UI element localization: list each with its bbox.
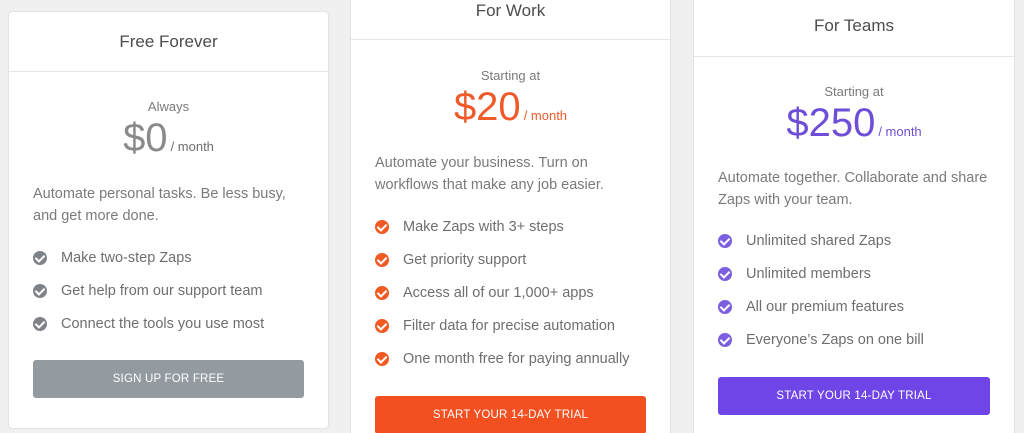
check-circle-icon xyxy=(375,252,389,267)
feature-item: Get priority support xyxy=(375,243,646,276)
check-circle-icon xyxy=(375,285,389,300)
plan-title: For Work xyxy=(351,0,670,40)
feature-item: Access all of our 1,000+ apps xyxy=(375,276,646,309)
feature-label: Connect the tools you use most xyxy=(61,315,265,332)
feature-label: Get help from our support team xyxy=(61,282,263,299)
plan-description: Automate personal tasks. Be less busy, a… xyxy=(33,186,286,224)
feature-item: Filter data for precise automation xyxy=(375,309,646,342)
feature-label: Make two-step Zaps xyxy=(61,249,192,266)
check-circle-icon xyxy=(33,250,47,265)
check-circle-icon xyxy=(375,351,389,366)
feature-list: Unlimited shared Zaps Unlimited members … xyxy=(694,224,1014,356)
feature-item: Everyone’s Zaps on one bill xyxy=(718,323,990,356)
check-circle-icon xyxy=(375,219,389,234)
plan-card-free: Free Forever Always $0/ month Automate p… xyxy=(8,11,329,429)
pricing-section: Free Forever Always $0/ month Automate p… xyxy=(0,0,1024,433)
price-lead: Starting at xyxy=(824,84,884,99)
check-circle-icon xyxy=(375,318,389,333)
check-circle-icon xyxy=(718,266,732,281)
feature-item: Unlimited shared Zaps xyxy=(718,224,990,257)
check-circle-icon xyxy=(33,283,47,298)
feature-item: Connect the tools you use most xyxy=(33,307,304,340)
check-circle-icon xyxy=(718,332,732,347)
plan-card-teams: For Teams Starting at $250/ month Automa… xyxy=(693,0,1015,433)
plan-card-work: For Work Starting at $20/ month Automate… xyxy=(350,0,671,433)
price-row: $250/ month xyxy=(694,101,1014,151)
plan-title: For Teams xyxy=(694,0,1014,57)
start-trial-button-teams[interactable]: START YOUR 14-DAY TRIAL xyxy=(718,377,990,415)
feature-label: Get priority support xyxy=(403,251,527,268)
feature-item: Unlimited members xyxy=(718,257,990,290)
price-unit: / month xyxy=(523,108,568,123)
feature-item: One month free for paying annually xyxy=(375,342,646,375)
plan-description: Automate together. Collaborate and share… xyxy=(718,170,988,208)
feature-item: Make Zaps with 3+ steps xyxy=(375,210,646,243)
feature-label: Unlimited members xyxy=(746,265,871,282)
price-amount: $250 xyxy=(786,101,876,145)
feature-label: Unlimited shared Zaps xyxy=(746,232,892,249)
price-row: $0/ month xyxy=(9,116,328,166)
check-circle-icon xyxy=(718,233,732,248)
price-lead: Starting at xyxy=(480,68,541,83)
feature-list: Make two-step Zaps Get help from our sup… xyxy=(9,241,328,340)
feature-label: One month free for paying annually xyxy=(403,350,630,367)
plan-title: Free Forever xyxy=(9,12,328,72)
check-circle-icon xyxy=(33,316,47,331)
price-amount: $20 xyxy=(453,85,521,129)
feature-label: All our premium features xyxy=(746,298,904,315)
feature-item: Get help from our support team xyxy=(33,274,304,307)
check-circle-icon xyxy=(718,299,732,314)
feature-list: Make Zaps with 3+ steps Get priority sup… xyxy=(351,210,670,375)
plan-description: Automate your business. Turn on workflow… xyxy=(375,155,604,193)
feature-label: Filter data for precise automation xyxy=(403,317,615,334)
feature-label: Make Zaps with 3+ steps xyxy=(403,218,564,235)
sign-up-free-button[interactable]: SIGN UP FOR FREE xyxy=(33,360,304,398)
price-amount: $0 xyxy=(123,116,168,160)
feature-label: Access all of our 1,000+ apps xyxy=(403,284,594,301)
price-unit: / month xyxy=(878,124,922,139)
feature-item: Make two-step Zaps xyxy=(33,241,304,274)
price-row: $20/ month xyxy=(351,85,670,135)
feature-item: All our premium features xyxy=(718,290,990,323)
feature-label: Everyone’s Zaps on one bill xyxy=(746,331,924,348)
price-unit: / month xyxy=(170,139,214,154)
start-trial-button-work[interactable]: START YOUR 14-DAY TRIAL xyxy=(375,396,646,433)
price-lead: Always xyxy=(147,99,190,114)
